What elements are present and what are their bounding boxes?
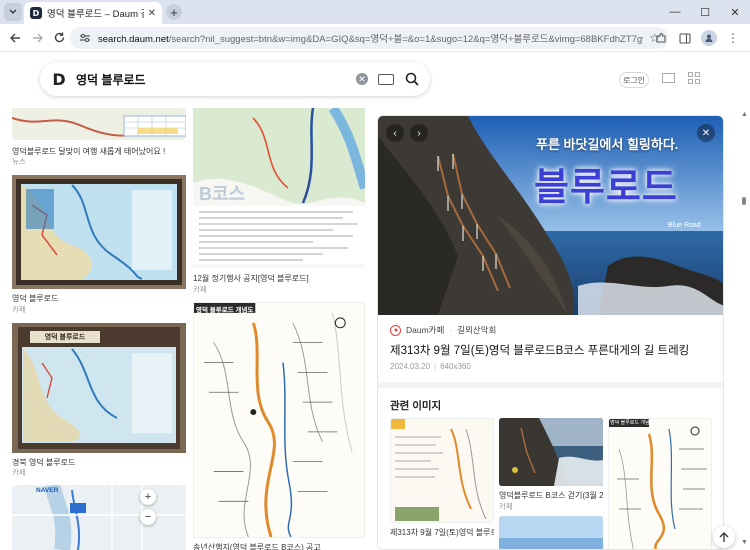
related-thumb-2[interactable] [499, 418, 603, 486]
scrollbar-thumb[interactable] [742, 197, 746, 205]
profile-button[interactable] [698, 27, 720, 49]
result-source: 뉴스 [12, 157, 26, 166]
tab-title: 영덕 블루로드 – Daum 검색 [47, 9, 144, 20]
url-text[interactable]: search.daum.net/search?nil_suggest=btn&w… [98, 31, 643, 45]
clear-search-icon[interactable]: ✕ [356, 73, 368, 85]
image-detail-panel: 푸른 바닷길에서 힐링하다. 블루로드 Blue Road ‹ › ✕ Daum… [377, 115, 724, 550]
maximize-button[interactable]: ☐ [690, 0, 720, 24]
source-separator: · [449, 325, 453, 335]
result-source: 카페 [193, 285, 207, 294]
forward-button[interactable] [26, 27, 48, 49]
course-label: B코스 [199, 184, 246, 204]
mail-icon[interactable] [662, 73, 675, 83]
new-tab-button[interactable]: + [166, 4, 182, 20]
next-image-button[interactable]: › [410, 124, 428, 142]
detail-meta: 2024.03.20 | 640x360 [390, 362, 471, 371]
tab-strip: D 영덕 블루로드 – Daum 검색 ✕ + — ☐ ✕ [0, 0, 750, 24]
meta-separator: | [434, 362, 437, 371]
result-title[interactable]: 경북 영덕 블루로드 [12, 457, 186, 468]
related-banner-text: 영덕 블루로드 개념도 [610, 420, 655, 426]
source-row: Daum카페 · 길뫼산악회 [390, 324, 496, 336]
map-banner-text: 영덕 블루로드 개념도 [196, 307, 254, 314]
forward-arrow-icon [32, 33, 43, 42]
daum-cafe-logo-icon [390, 324, 401, 336]
result-title[interactable]: 송년산행지(영덕 블루로드 B코스) 공고 [193, 542, 365, 550]
map-provider-label: NAVER [36, 487, 59, 494]
back-arrow-icon [9, 33, 20, 42]
search-input[interactable]: 영덕 블루로드 [76, 71, 356, 88]
back-button[interactable] [4, 27, 26, 49]
arrow-up-icon [719, 531, 729, 542]
login-button[interactable]: 로그인 [619, 72, 649, 88]
apps-grid-icon[interactable] [688, 72, 700, 84]
keyboard-icon[interactable] [378, 73, 394, 85]
related-thumb-4[interactable] [499, 516, 603, 549]
result-source: 카페 [12, 468, 26, 477]
page-content: D 영덕 블루로드 ✕ 로그인 영덕블루로드 달맞이 여행 새롭게 태어났어요 … [0, 53, 750, 550]
scroll-down-arrow-icon[interactable]: ▼ [741, 539, 748, 546]
tab-search-button[interactable] [4, 3, 22, 21]
address-bar[interactable]: search.daum.net/search?nil_suggest=btn&w… [70, 27, 668, 49]
toolbar-right: ⋮ [650, 27, 744, 49]
reload-icon [54, 32, 64, 43]
result-thumb-3[interactable]: 영덕 블루로드 [12, 323, 186, 453]
zoom-in-button[interactable]: + [140, 489, 156, 505]
minimize-button[interactable]: — [660, 0, 690, 24]
page-scrollbar[interactable] [740, 108, 748, 550]
result-thumb-2[interactable] [12, 175, 186, 289]
close-window-button[interactable]: ✕ [720, 0, 750, 24]
url-path: /search?nil_suggest=btn&w=img&DA=GIQ&sq=… [168, 34, 644, 45]
related-title[interactable]: 영덕블루로드 B코스 걷기(3월 2... [499, 490, 603, 501]
related-images-heading: 관련 이미지 [390, 400, 442, 412]
result-thumb-6[interactable]: 영덕 블루로드 개념도 [193, 302, 365, 538]
extensions-icon[interactable] [650, 27, 672, 49]
related-title[interactable]: 제313차 9월 7일(토)영덕 블루로드... [390, 527, 494, 538]
menu-kebab-icon[interactable]: ⋮ [722, 27, 744, 49]
detail-title[interactable]: 제313차 9월 7일(토)영덕 블루로드B코스 푸른대게의 길 트레킹 [390, 342, 689, 358]
result-thumb-5[interactable]: B코스 [193, 108, 365, 268]
result-thumb-1[interactable] [12, 108, 186, 140]
url-host: search.daum.net [98, 34, 169, 45]
reload-button[interactable] [48, 27, 70, 49]
result-title[interactable]: 영덕 블루로드 [12, 293, 186, 304]
detail-image[interactable]: 푸른 바닷길에서 힐링하다. 블루로드 Blue Road ‹ › ✕ [378, 116, 723, 315]
tab-daum-search[interactable]: D 영덕 블루로드 – Daum 검색 ✕ [24, 2, 162, 24]
detail-date: 2024.03.20 [390, 362, 431, 371]
browser-toolbar: search.daum.net/search?nil_suggest=btn&w… [0, 24, 750, 52]
image-watermark-text: Blue Road [668, 222, 701, 229]
image-main-text: 블루로드 [534, 167, 678, 209]
daum-logo[interactable]: D [50, 70, 68, 89]
search-bar[interactable]: D 영덕 블루로드 ✕ [40, 62, 430, 96]
cafe-name[interactable]: 길뫼산악회 [457, 324, 496, 336]
close-icon[interactable]: ✕ [148, 8, 156, 19]
board-sign-text: 영덕 블루로드 [44, 334, 86, 341]
related-thumb-1[interactable] [390, 418, 494, 523]
related-source: 카페 [499, 502, 513, 511]
chevron-down-icon [9, 9, 17, 14]
related-thumb-3[interactable]: 영덕 블루로드 개념도 [608, 418, 712, 549]
close-detail-button[interactable]: ✕ [697, 124, 715, 142]
result-thumb-4[interactable]: NAVER + − [12, 485, 186, 550]
prev-image-button[interactable]: ‹ [386, 124, 404, 142]
zoom-out-button[interactable]: − [140, 509, 156, 525]
profile-avatar-icon [701, 30, 717, 46]
scroll-to-top-button[interactable] [713, 526, 735, 548]
sidepanel-icon[interactable] [674, 27, 696, 49]
detail-size: 640x360 [440, 362, 471, 371]
source-name[interactable]: Daum카페 [406, 324, 444, 336]
daum-favicon: D [30, 7, 42, 19]
result-title[interactable]: 12월 정기행사 공지[영덕 블루로드] [193, 273, 365, 284]
image-headline-text: 푸른 바닷길에서 힐링하다. [536, 137, 679, 152]
scroll-up-arrow-icon[interactable]: ▲ [741, 111, 748, 118]
search-icon[interactable] [404, 71, 420, 87]
site-info-icon[interactable] [78, 31, 92, 45]
section-divider [378, 382, 723, 388]
result-source: 카페 [12, 305, 26, 314]
result-title[interactable]: 영덕블루로드 달맞이 여행 새롭게 태어났어요 ! [12, 146, 186, 157]
window-controls: — ☐ ✕ [660, 0, 750, 24]
